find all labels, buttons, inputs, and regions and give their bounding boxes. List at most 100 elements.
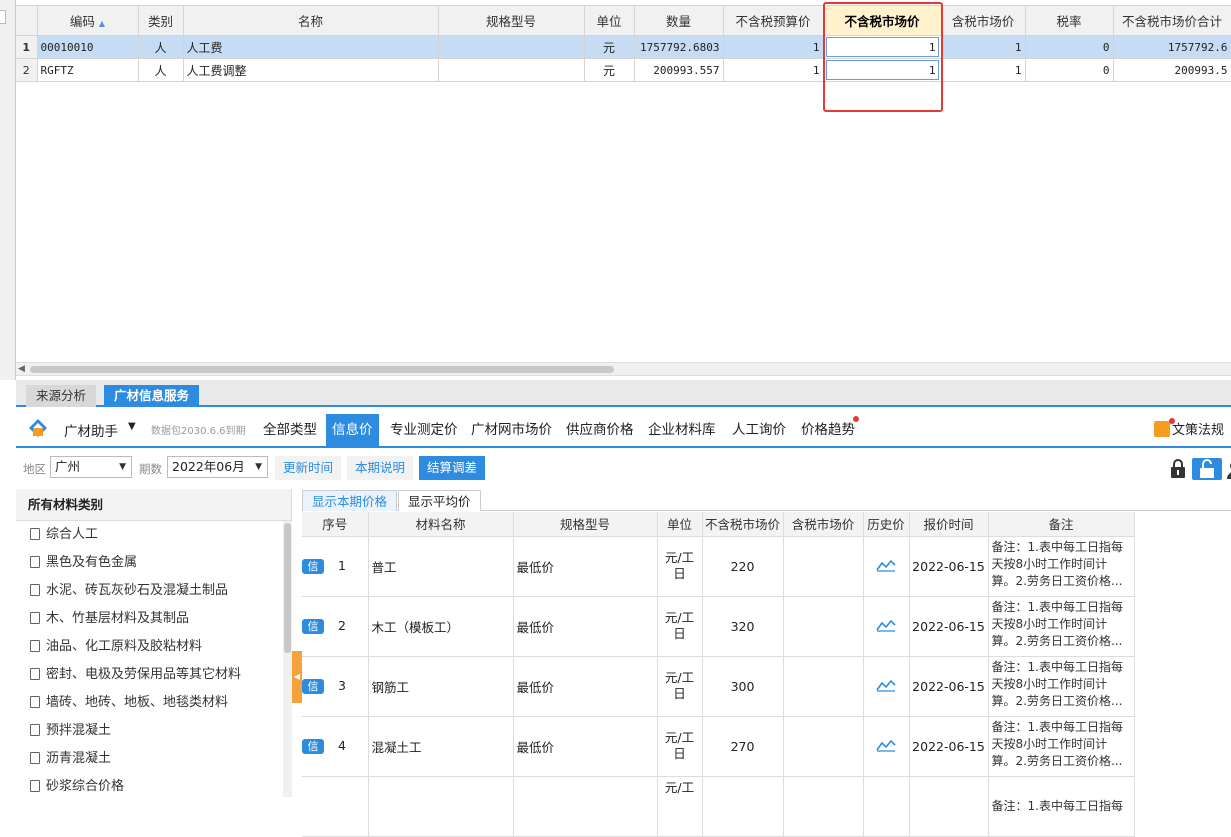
cell-remark[interactable]: 备注：1.表中每工日指每 [988, 776, 1135, 837]
nav-labor-inquiry[interactable]: 人工询价 [726, 414, 792, 446]
info-badge[interactable]: 信 [302, 739, 324, 754]
sidebar-item[interactable]: 密封、电极及劳保用品等其它材料 [16, 661, 291, 689]
nav-price-trend[interactable]: 价格趋势 [795, 414, 861, 446]
sidebar-item[interactable]: 黑色及有色金属 [16, 549, 291, 577]
col-header-unit[interactable]: 单位 [584, 5, 635, 36]
cell-type[interactable]: 人 [138, 58, 184, 82]
cell-budget-price[interactable]: 1 [723, 35, 824, 59]
trend-chart-icon[interactable] [876, 558, 896, 572]
row-number[interactable]: 1 [16, 35, 38, 59]
col-header-remark[interactable]: 备注 [988, 512, 1135, 537]
sidebar-item[interactable]: 综合人工 [16, 521, 291, 549]
region-select[interactable]: 广州 ▼ [50, 456, 132, 478]
cell-history[interactable] [863, 536, 910, 597]
collapse-panel-icon[interactable]: ◀ [292, 651, 302, 703]
cell-qty[interactable]: 1757792.6803 [634, 35, 724, 59]
cell-quote-date[interactable]: 2022-06-15 [909, 656, 989, 717]
cell-tax-rate[interactable]: 0 [1025, 35, 1114, 59]
cell-unit[interactable]: 元/工日 [657, 656, 703, 717]
cell-history[interactable] [863, 656, 910, 717]
nav-professional-price[interactable]: 专业测定价 [384, 414, 464, 446]
person-icon[interactable] [1226, 458, 1231, 480]
cell-remark[interactable]: 备注：1.表中每工日指每天按8小时工作时间计算。2.劳务日工资价格... [988, 596, 1135, 657]
cell-market-price[interactable]: 220 [702, 536, 784, 597]
grid-row[interactable]: 1 00010010 人 人工费 元 1757792.6803 1 1 1 0 … [16, 35, 1231, 59]
cell-remark[interactable]: 备注：1.表中每工日指每天按8小时工作时间计算。2.劳务日工资价格... [988, 656, 1135, 717]
cell-tax-market-price[interactable] [783, 776, 864, 837]
sidebar-item[interactable]: 油品、化工原料及胶粘材料 [16, 633, 291, 661]
update-time-button[interactable]: 更新时间 [275, 456, 342, 480]
tab-source-analysis[interactable]: 来源分析 [26, 385, 97, 407]
col-header-spec[interactable]: 规格型号 [438, 5, 585, 36]
cell-code[interactable]: 00010010 [37, 35, 139, 59]
cell-unit[interactable]: 元/工日 [657, 596, 703, 657]
cell-market-price[interactable]: 270 [702, 716, 784, 777]
col-header-unit[interactable]: 单位 [657, 512, 703, 537]
row-number[interactable]: 2 [16, 58, 38, 82]
col-header-no[interactable]: 序号 [302, 512, 369, 537]
col-header-tax-market-price[interactable]: 含税市场价 [783, 512, 864, 537]
info-badge[interactable]: 信 [302, 559, 324, 574]
col-header-name[interactable]: 名称 [183, 5, 439, 36]
cell-spec[interactable] [513, 776, 658, 837]
cell-market-price[interactable]: 300 [702, 656, 784, 717]
col-header-spec[interactable]: 规格型号 [513, 512, 658, 537]
col-header-market-price[interactable]: 不含税市场价 [702, 512, 784, 537]
cell-remark[interactable]: 备注：1.表中每工日指每天按8小时工作时间计算。2.劳务日工资价格... [988, 716, 1135, 777]
cell-market-price[interactable]: 320 [702, 596, 784, 657]
cell-spec[interactable]: 最低价 [513, 716, 658, 777]
cell-material-name[interactable]: 钢筋工 [368, 656, 514, 717]
cell-spec[interactable] [438, 35, 585, 59]
cell-quote-date[interactable]: 2022-06-15 [909, 716, 989, 777]
gutter-handle[interactable] [0, 10, 6, 24]
tab-average-price[interactable]: 显示平均价 [398, 490, 481, 511]
cell-tax-market-price[interactable] [783, 656, 864, 717]
trend-chart-icon[interactable] [876, 738, 896, 752]
period-notes-button[interactable]: 本期说明 [347, 456, 414, 480]
cell-material-name[interactable]: 木工（模板工） [368, 596, 514, 657]
policy-link[interactable]: 文策法规 [1154, 419, 1224, 438]
sidebar-vertical-scrollbar[interactable] [283, 521, 292, 797]
brand-menu[interactable]: 广材助手 [64, 420, 118, 440]
sidebar-item[interactable]: 木、竹基层材料及其制品 [16, 605, 291, 633]
grid-row[interactable]: 2 RGFTZ 人 人工费调整 元 200993.557 1 1 1 0 200… [16, 58, 1231, 82]
cell-market-price[interactable] [702, 776, 784, 837]
sidebar-item[interactable]: 预拌混凝土 [16, 717, 291, 745]
sidebar-item[interactable]: 墙砖、地砖、地板、地毯类材料 [16, 689, 291, 717]
sidebar-item[interactable]: 沥青混凝土 [16, 745, 291, 773]
cell-tax-rate[interactable]: 0 [1025, 58, 1114, 82]
unlock-icon[interactable] [1192, 458, 1222, 480]
cell-material-name[interactable]: 混凝土工 [368, 716, 514, 777]
cell-name[interactable]: 人工费调整 [183, 58, 439, 82]
cell-history[interactable] [863, 596, 910, 657]
col-header-code[interactable]: 编码 ▲ [37, 5, 139, 36]
nav-market-price[interactable]: 广材网市场价 [465, 414, 558, 446]
grid-horizontal-scrollbar[interactable]: ◀ [16, 362, 1231, 376]
table-row[interactable]: 信 1 普工 最低价 元/工日 220 2022-06-15 备注：1.表中每工… [302, 536, 1135, 597]
cell-unit[interactable]: 元/工日 [657, 716, 703, 777]
info-badge[interactable]: 信 [302, 679, 324, 694]
cell-spec[interactable] [438, 58, 585, 82]
cell-tax-market-price[interactable] [783, 716, 864, 777]
cell-spec[interactable]: 最低价 [513, 656, 658, 717]
cell-unit[interactable]: 元 [584, 35, 635, 59]
sidebar-item[interactable]: 水泥、砖瓦灰砂石及混凝土制品 [16, 577, 291, 605]
cell-spec[interactable]: 最低价 [513, 596, 658, 657]
cell-unit[interactable]: 元 [584, 58, 635, 82]
col-header-budget-price[interactable]: 不含税预算价 [723, 5, 824, 36]
cell-qty[interactable]: 200993.557 [634, 58, 724, 82]
settlement-adjust-button[interactable]: 结算调差 [419, 456, 486, 480]
col-header-qty[interactable]: 数量 [634, 5, 724, 36]
nav-all-types[interactable]: 全部类型 [257, 414, 323, 446]
scrollbar-thumb[interactable] [284, 523, 291, 653]
cell-budget-price[interactable]: 1 [723, 58, 824, 82]
cell-quote-date[interactable] [909, 776, 989, 837]
cell-market-total[interactable]: 200993.5 [1113, 58, 1231, 82]
cell-type[interactable]: 人 [138, 35, 184, 59]
table-row[interactable]: 信 4 混凝土工 最低价 元/工日 270 2022-06-15 备注：1.表中… [302, 716, 1135, 777]
cell-tax-market-price[interactable]: 1 [941, 58, 1026, 82]
trend-chart-icon[interactable] [876, 678, 896, 692]
nav-supplier-price[interactable]: 供应商价格 [560, 414, 640, 446]
caret-down-icon[interactable]: ▼ [128, 421, 136, 432]
cell-remark[interactable]: 备注：1.表中每工日指每天按8小时工作时间计算。2.劳务日工资价格... [988, 536, 1135, 597]
